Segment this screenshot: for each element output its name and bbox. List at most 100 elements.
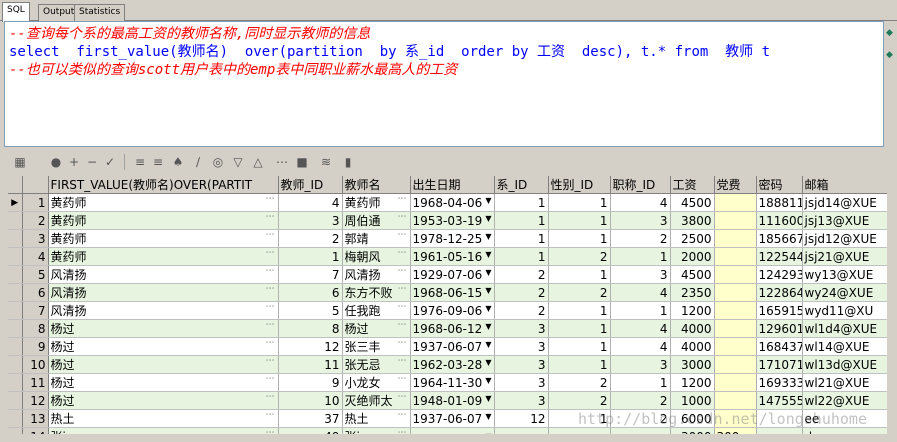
cell-first-value[interactable]: 黄药师 ⋯ [48, 211, 279, 230]
cell-teacher-name[interactable]: 杨过 ⋯ [342, 319, 411, 338]
cell-birth-date[interactable]: 1976-09-06 ▼ [410, 301, 495, 320]
row-indicator[interactable] [8, 337, 23, 356]
grid-view-icon[interactable]: ▦ [12, 154, 28, 170]
ellipsis-icon[interactable]: ⋯ [398, 194, 407, 204]
ellipsis-icon[interactable]: ⋯ [266, 248, 275, 258]
link-icon[interactable]: ⋯ [274, 154, 290, 170]
cell-first-value[interactable]: 热土 ⋯ [48, 409, 279, 428]
table-row[interactable]: 3 黄药师 ⋯ 2 郭靖 ⋯ 1978-12-25 ▼ 1 1 2 2500 185667 jsjd12@… [8, 229, 887, 248]
cell-title-id[interactable]: 3 [610, 355, 671, 374]
row-indicator[interactable] [8, 229, 23, 248]
header-title-id[interactable]: 职称_ID [610, 176, 671, 194]
cell-title-id[interactable]: 4 [610, 319, 671, 338]
sql-editor[interactable]: --查询每个系的最高工资的教师名称,同时显示教师的信息 select first… [4, 21, 884, 147]
cell-birth-date[interactable]: 1953-03-19 ▼ [410, 211, 495, 230]
cell-teacher-name[interactable]: 热土 ⋯ [342, 409, 411, 428]
cell-salary[interactable]: 2350 [670, 283, 715, 302]
ellipsis-icon[interactable]: ⋯ [398, 302, 407, 312]
cell-party-fee[interactable] [714, 247, 757, 266]
cell-teacher-name[interactable]: 郭靖 ⋯ [342, 229, 411, 248]
ellipsis-icon[interactable]: ⋯ [266, 230, 275, 240]
table-row[interactable]: 4 黄药师 ⋯ 1 梅朝风 ⋯ 1961-05-16 ▼ 1 2 1 2000 122544 jsj21@… [8, 247, 887, 266]
row-indicator[interactable] [8, 247, 23, 266]
cell-first-value[interactable]: 黄药师 ⋯ [48, 229, 279, 248]
row-indicator[interactable] [8, 391, 23, 410]
dropdown-arrow-icon[interactable]: ▼ [485, 232, 491, 241]
cell-first-value[interactable]: 杨过 ⋯ [48, 373, 279, 392]
cell-sex-id[interactable]: 1 [548, 211, 611, 230]
cell-first-value[interactable]: 杨过 ⋯ [48, 319, 279, 338]
ellipsis-icon[interactable]: ⋯ [398, 374, 407, 384]
dropdown-arrow-icon[interactable]: ▼ [485, 286, 491, 295]
query-by-example-icon[interactable]: ◎ [210, 154, 226, 170]
table-row[interactable]: ▶ 1 黄药师 ⋯ 4 黄药师 ⋯ 1968-04-06 ▼ 1 1 4 4500 188811 jsjd1… [8, 193, 887, 212]
cell-dept-id[interactable]: 3 [494, 373, 549, 392]
filter-down-icon[interactable]: ▽ [230, 154, 246, 170]
cell-salary[interactable]: 2000 [670, 247, 715, 266]
cell-first-value[interactable]: 杨过 ⋯ [48, 337, 279, 356]
cell-teacher-name[interactable]: 风清扬 ⋯ [342, 265, 411, 284]
cell-sex-id[interactable]: 1 [548, 301, 611, 320]
cell-sex-id[interactable]: 1 [548, 319, 611, 338]
cell-salary[interactable]: 4500 [670, 193, 715, 212]
cell-dept-id[interactable]: 12 [494, 409, 549, 428]
cell-email[interactable]: wl21@XUE [802, 373, 887, 392]
cell-birth-date[interactable]: 1937-06-07 ▼ [410, 409, 495, 428]
cell-salary[interactable]: 3000 [670, 355, 715, 374]
cell-first-value[interactable]: 黄药师 ⋯ [48, 247, 279, 266]
cell-teacher-id[interactable]: 37 [278, 409, 343, 428]
header-first-value[interactable]: FIRST_VALUE(教师名)OVER(PARTIT [48, 176, 279, 194]
cell-teacher-id[interactable]: 7 [278, 265, 343, 284]
cell-birth-date[interactable]: 1968-06-12 ▼ [410, 319, 495, 338]
dropdown-arrow-icon[interactable]: ▼ [485, 376, 491, 385]
cell-salary[interactable]: 1000 [670, 391, 715, 410]
cell-party-fee[interactable] [714, 319, 757, 338]
cell-email[interactable]: wl1d4@XUE [802, 319, 887, 338]
ellipsis-icon[interactable]: ⋯ [398, 212, 407, 222]
cell-title-id[interactable]: 2 [610, 391, 671, 410]
cell-party-fee[interactable] [714, 193, 757, 212]
header-dept-id[interactable]: 系_ID [494, 176, 549, 194]
cell-teacher-name[interactable]: 灭绝师太 ⋯ [342, 391, 411, 410]
ellipsis-icon[interactable]: ⋯ [398, 410, 407, 420]
cell-birth-date[interactable]: 1978-12-25 ▼ [410, 229, 495, 248]
cell-sex-id[interactable]: 1 [548, 265, 611, 284]
chart-icon[interactable]: ▮ [340, 154, 356, 170]
table-row[interactable]: 8 杨过 ⋯ 8 杨过 ⋯ 1968-06-12 ▼ 3 1 4 4000 129601 wl1d4@XU… [8, 319, 887, 338]
cell-password[interactable]: 188811 [756, 193, 803, 212]
cell-title-id[interactable]: 1 [610, 301, 671, 320]
header-birth-date[interactable]: 出生日期 [410, 176, 495, 194]
cell-email[interactable]: wyd11@XU [802, 301, 887, 320]
ellipsis-icon[interactable]: ⋯ [398, 230, 407, 240]
ellipsis-icon[interactable]: ⋯ [266, 410, 275, 420]
cell-birth-date[interactable]: 1929-07-06 ▼ [410, 265, 495, 284]
cell-salary[interactable]: 2500 [670, 229, 715, 248]
cell-salary[interactable]: 4000 [670, 337, 715, 356]
cell-email[interactable]: wy13@XUE [802, 265, 887, 284]
cell-sex-id[interactable]: 2 [548, 373, 611, 392]
post-changes-icon[interactable]: ✓ [102, 154, 118, 170]
row-indicator[interactable] [8, 355, 23, 374]
dropdown-arrow-icon[interactable]: ▼ [485, 322, 491, 331]
dropdown-arrow-icon[interactable]: ▼ [485, 340, 491, 349]
cell-title-id[interactable]: 4 [610, 193, 671, 212]
cell-dept-id[interactable]: 1 [494, 211, 549, 230]
cell-sex-id[interactable]: 2 [548, 283, 611, 302]
cell-teacher-id[interactable]: 4 [278, 193, 343, 212]
cell-party-fee[interactable] [714, 301, 757, 320]
cell-birth-date[interactable]: 1964-11-30 ▼ [410, 373, 495, 392]
cell-birth-date[interactable]: 1968-04-06 ▼ [410, 193, 495, 212]
table-row[interactable]: 11 杨过 ⋯ 9 小龙女 ⋯ 1964-11-30 ▼ 3 2 1 1200 169333 wl21@X… [8, 373, 887, 392]
cell-password[interactable]: 122544 [756, 247, 803, 266]
cell-title-id[interactable]: 2 [610, 229, 671, 248]
row-indicator[interactable] [8, 373, 23, 392]
cell-teacher-id[interactable]: 3 [278, 211, 343, 230]
current-row-indicator[interactable]: ▶ [8, 193, 23, 212]
cell-title-id[interactable]: 3 [610, 265, 671, 284]
cell-title-id[interactable]: 1 [610, 373, 671, 392]
clear-icon[interactable]: ∕ [190, 154, 206, 170]
cell-dept-id[interactable]: 1 [494, 247, 549, 266]
tab-sql[interactable]: SQL [2, 2, 30, 22]
row-indicator[interactable] [8, 265, 23, 284]
cell-teacher-id[interactable]: 12 [278, 337, 343, 356]
